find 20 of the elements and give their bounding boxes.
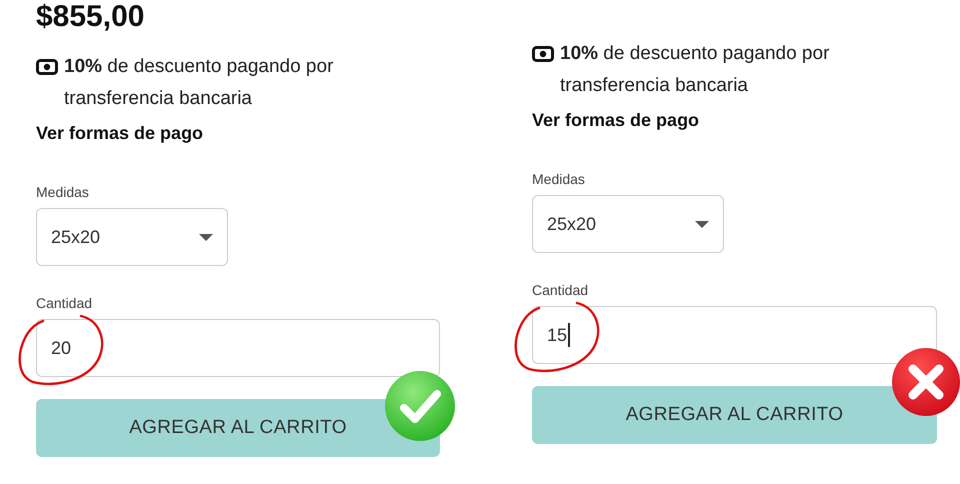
check-icon bbox=[384, 370, 456, 442]
field-label: Medidas bbox=[36, 183, 89, 201]
caret-icon bbox=[695, 220, 709, 228]
size-select[interactable]: 25x20 bbox=[532, 195, 724, 253]
banknote-icon bbox=[36, 59, 58, 75]
quantity-field[interactable]: 20 bbox=[36, 319, 440, 377]
field-label: Cantidad bbox=[36, 294, 92, 312]
size-select[interactable]: 25x20 bbox=[36, 208, 228, 266]
quantity-field[interactable]: 15 bbox=[532, 306, 937, 364]
discount-text: 10% de descuento pagando por transferencia bancaria bbox=[64, 55, 334, 111]
payment-methods-link[interactable]: Ver formas de pago bbox=[36, 121, 204, 145]
caret-icon bbox=[199, 234, 213, 240]
payment-methods-link[interactable]: Ver formas de pago bbox=[532, 108, 700, 132]
discount-text: 10% de descuento pagando por transferencia bancaria bbox=[560, 42, 830, 98]
field-label: Cantidad bbox=[532, 281, 588, 299]
field-label: Medidas bbox=[532, 170, 585, 188]
price: $855,00 bbox=[36, 0, 144, 34]
add-to-cart-button[interactable]: AGREGAR AL CARRITO bbox=[36, 399, 440, 457]
add-to-cart-button[interactable]: AGREGAR AL CARRITO bbox=[532, 386, 937, 444]
banknote-icon bbox=[532, 46, 554, 62]
